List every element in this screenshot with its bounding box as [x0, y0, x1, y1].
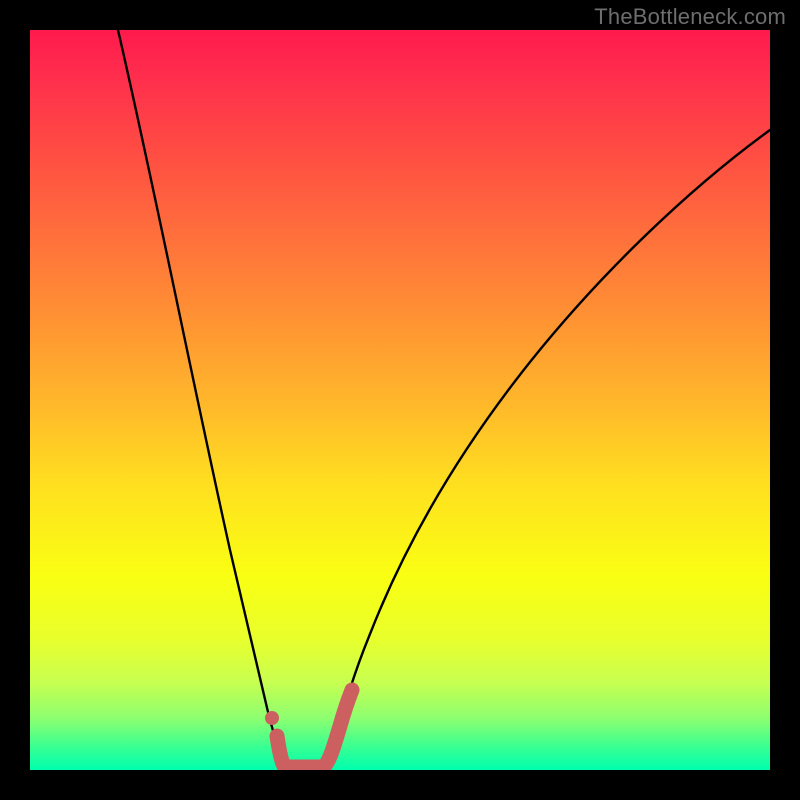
chart-frame: TheBottleneck.com	[0, 0, 800, 800]
highlight-dot	[265, 711, 279, 725]
plot-area	[30, 30, 770, 770]
bottleneck-curve	[30, 30, 770, 770]
main-curve-path	[118, 30, 770, 769]
highlight-right-stroke	[324, 690, 352, 767]
watermark-text: TheBottleneck.com	[594, 4, 786, 30]
